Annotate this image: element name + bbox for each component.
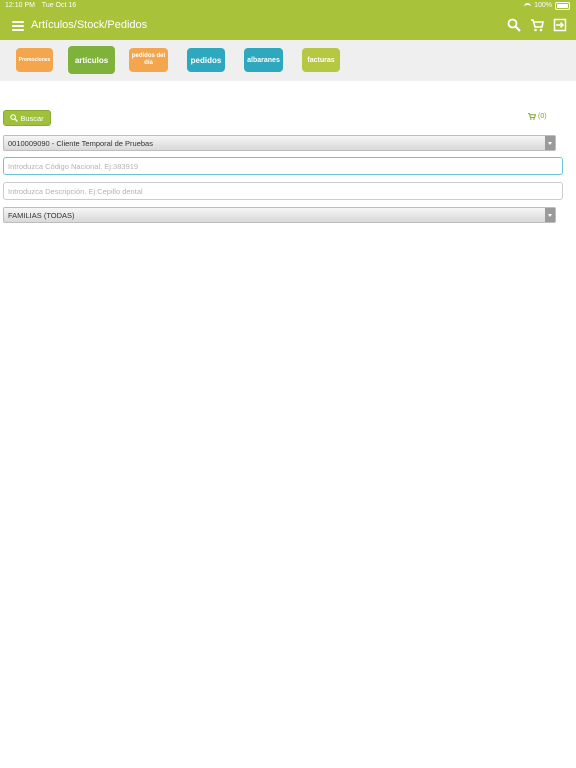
- search-icon[interactable]: [507, 18, 521, 32]
- status-time: 12:10 PM: [5, 2, 35, 9]
- logout-icon[interactable]: [553, 18, 567, 32]
- family-select-value: FAMILIAS (TODAS): [8, 211, 75, 220]
- search-button-label: Buscar: [20, 113, 44, 123]
- module-articulos-button[interactable]: artículos: [68, 46, 115, 74]
- module-albaranes-button[interactable]: albaranes: [244, 48, 283, 72]
- module-promociones-button[interactable]: Promociones: [16, 48, 53, 72]
- chevron-down-icon: [545, 136, 555, 150]
- top-navbar: Artículos/Stock/Pedidos: [0, 12, 576, 40]
- status-date: Tue Oct 16: [41, 2, 77, 9]
- national-code-input[interactable]: [3, 157, 563, 175]
- hamburger-menu-icon[interactable]: [12, 21, 24, 31]
- module-pedidos-button[interactable]: pedidos: [187, 48, 225, 72]
- description-input[interactable]: [3, 182, 563, 200]
- battery-icon: [555, 2, 570, 10]
- modules-bar: Promociones artículos pedidos del día pe…: [0, 40, 576, 81]
- client-select[interactable]: 0010009090 - Cliente Temporal de Pruebas: [3, 135, 556, 151]
- cart-count-link[interactable]: (0): [528, 113, 547, 120]
- module-facturas-button[interactable]: facturas: [302, 48, 340, 72]
- wifi-icon: [524, 2, 532, 10]
- battery-percent: 100%: [534, 2, 552, 9]
- magnifier-icon: [10, 114, 19, 122]
- page-title: Artículos/Stock/Pedidos: [31, 19, 148, 31]
- status-bar: 12:10 PM Tue Oct 16 100%: [0, 0, 576, 12]
- cart-icon[interactable]: [530, 18, 544, 32]
- small-cart-icon: [528, 113, 536, 120]
- search-button[interactable]: Buscar: [3, 110, 51, 126]
- chevron-down-icon: [545, 208, 555, 222]
- client-select-value: 0010009090 - Cliente Temporal de Pruebas: [8, 139, 153, 148]
- module-pedidos-del-dia-button[interactable]: pedidos del día: [129, 48, 168, 72]
- family-select[interactable]: FAMILIAS (TODAS): [3, 207, 556, 223]
- cart-count: (0): [538, 113, 547, 120]
